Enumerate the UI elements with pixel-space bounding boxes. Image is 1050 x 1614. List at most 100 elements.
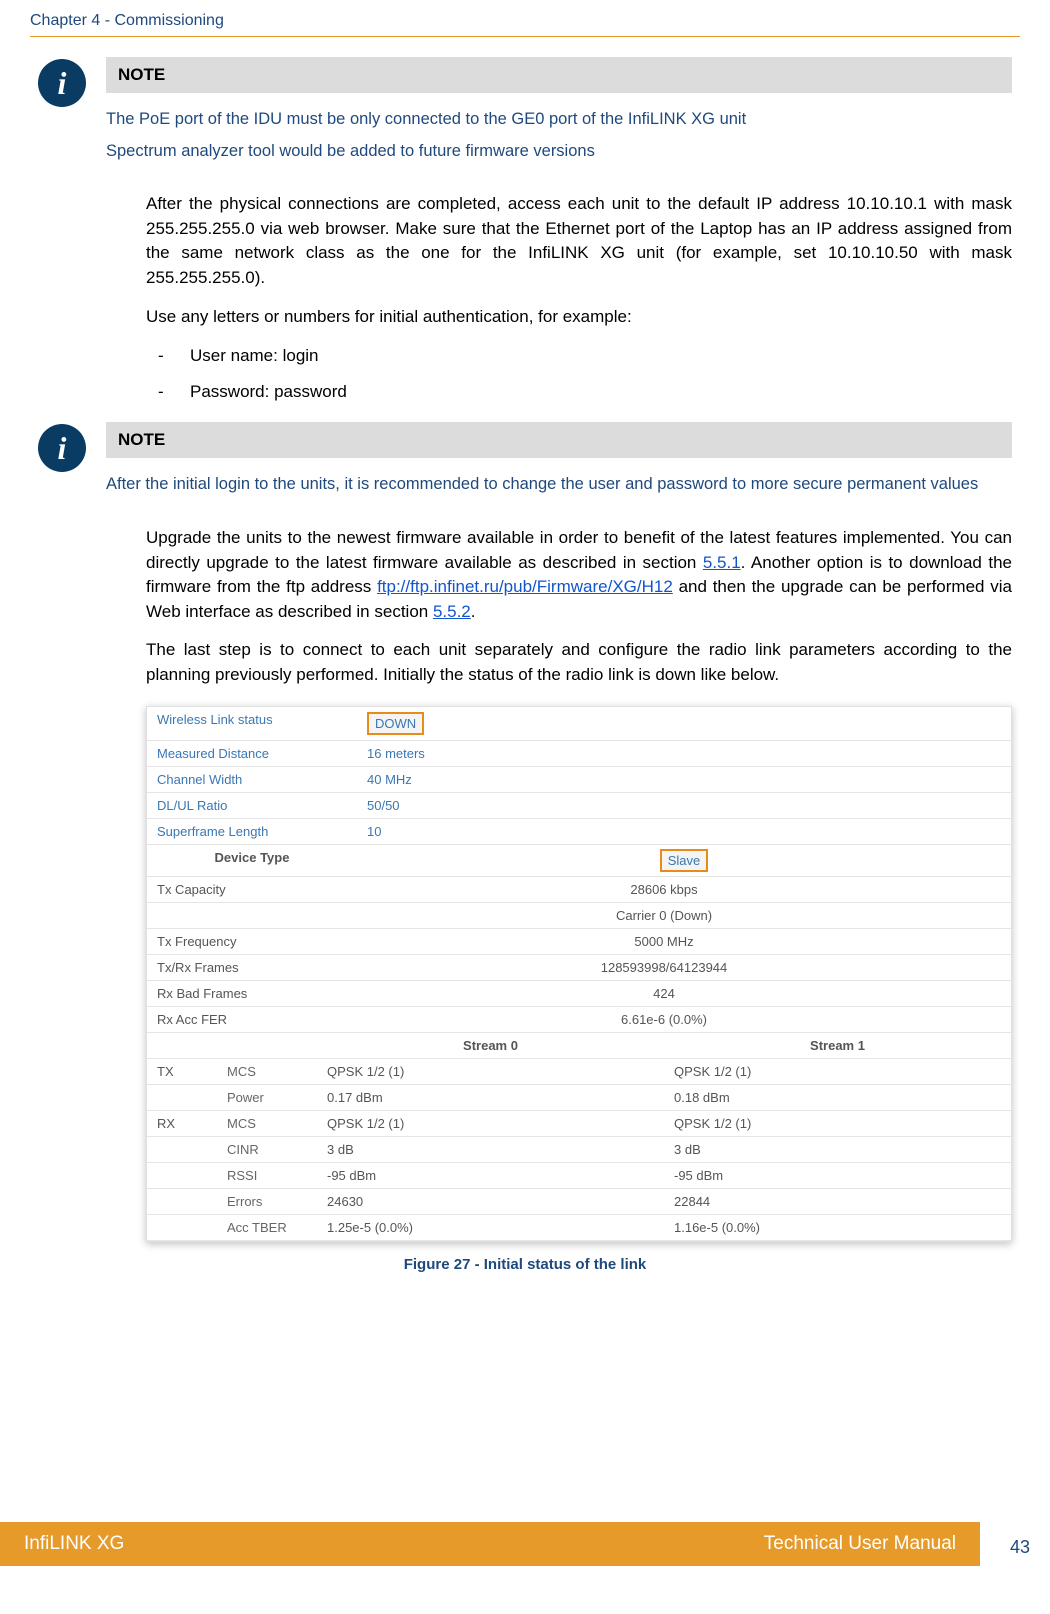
ftp-link[interactable]: ftp://ftp.infinet.ru/pub/Firmware/XG/H12 (377, 577, 673, 596)
row-label: Measured Distance (147, 741, 357, 766)
paragraph: The last step is to connect to each unit… (146, 638, 1012, 687)
slave-highlight: Slave (660, 849, 709, 872)
note-block-2: i NOTE After the initial login to the un… (38, 422, 1012, 504)
row-label: Superframe Length (147, 819, 357, 844)
note-body: NOTE After the initial login to the unit… (106, 422, 1012, 504)
table-row: Power0.17 dBm0.18 dBm (147, 1085, 1011, 1111)
footer-bar: InfiLINK XG Technical User Manual (0, 1522, 980, 1566)
row-label: Wireless Link status (147, 707, 357, 740)
stream1-value: 1.16e-5 (0.0%) (664, 1215, 1011, 1240)
metric-label: CINR (217, 1137, 317, 1162)
row-value: 16 meters (357, 741, 1011, 766)
table-row: RXMCSQPSK 1/2 (1)QPSK 1/2 (1) (147, 1111, 1011, 1137)
device-type-row: Device Type Slave (147, 845, 1011, 877)
group-cell: RX (147, 1111, 217, 1136)
row-value: DOWN (357, 707, 1011, 740)
metric-label: MCS (217, 1111, 317, 1136)
stream0-value: 1.25e-5 (0.0%) (317, 1215, 664, 1240)
stream0-value: 3 dB (317, 1137, 664, 1162)
note-text: Spectrum analyzer tool would be added to… (106, 139, 1012, 165)
table-row: Superframe Length10 (147, 819, 1011, 845)
note-title: NOTE (106, 422, 1012, 458)
group-cell (147, 1085, 217, 1110)
metric-label: Power (217, 1085, 317, 1110)
row-value: 50/50 (357, 793, 1011, 818)
stream0-value: 0.17 dBm (317, 1085, 664, 1110)
stream0-value: QPSK 1/2 (1) (317, 1111, 664, 1136)
stream1-value: QPSK 1/2 (1) (664, 1059, 1011, 1084)
table-row: Carrier 0 (Down) (147, 903, 1011, 929)
link-status-table: Wireless Link status DOWN Measured Distanc… (146, 706, 1012, 1242)
stream1-value: QPSK 1/2 (1) (664, 1111, 1011, 1136)
status-highlight: DOWN (367, 712, 424, 735)
stream1-value: 22844 (664, 1189, 1011, 1214)
table-row: Tx Capacity28606 kbps (147, 877, 1011, 903)
stream0-value: QPSK 1/2 (1) (317, 1059, 664, 1084)
row-label: Rx Acc FER (147, 1007, 317, 1032)
table-row: DL/UL Ratio50/50 (147, 793, 1011, 819)
group-cell: TX (147, 1059, 217, 1084)
group-cell (147, 1189, 217, 1214)
table-row: Tx Frequency5000 MHz (147, 929, 1011, 955)
row-label: Channel Width (147, 767, 357, 792)
table-row: Errors2463022844 (147, 1189, 1011, 1215)
stream0-value: 24630 (317, 1189, 664, 1214)
row-value: 28606 kbps (317, 877, 1011, 902)
row-label (147, 903, 317, 928)
paragraph: Use any letters or numbers for initial a… (146, 305, 1012, 330)
row-value: 40 MHz (357, 767, 1011, 792)
metric-label: Acc TBER (217, 1215, 317, 1240)
row-value: 5000 MHz (317, 929, 1011, 954)
stream1-value: 3 dB (664, 1137, 1011, 1162)
section-link[interactable]: 5.5.1 (703, 553, 741, 572)
figure-caption: Figure 27 - Initial status of the link (38, 1256, 1012, 1273)
content: i NOTE The PoE port of the IDU must be o… (0, 37, 1050, 1383)
stream-header: Stream 0 Stream 1 (147, 1033, 1011, 1059)
body-section: Upgrade the units to the newest firmware… (146, 526, 1012, 688)
table-row: RSSI-95 dBm-95 dBm (147, 1163, 1011, 1189)
table-row: Measured Distance16 meters (147, 741, 1011, 767)
group-cell (147, 1163, 217, 1188)
stream0-value: -95 dBm (317, 1163, 664, 1188)
row-label: Tx Frequency (147, 929, 317, 954)
stream1-value: 0.18 dBm (664, 1085, 1011, 1110)
table-row: TXMCSQPSK 1/2 (1)QPSK 1/2 (1) (147, 1059, 1011, 1085)
footer-left: InfiLINK XG (24, 1533, 124, 1555)
list-text: User name: login (190, 346, 319, 365)
note-block-1: i NOTE The PoE port of the IDU must be o… (38, 57, 1012, 170)
list-item: -Password: password (146, 379, 1012, 405)
page-header: Chapter 4 - Commissioning (0, 0, 1050, 36)
table-row: CINR3 dB3 dB (147, 1137, 1011, 1163)
footer-right: Technical User Manual (764, 1533, 956, 1555)
body-section: After the physical connections are compl… (146, 192, 1012, 404)
note-title: NOTE (106, 57, 1012, 93)
row-value: 424 (317, 981, 1011, 1006)
table-row: Wireless Link status DOWN (147, 707, 1011, 741)
note-text: The PoE port of the IDU must be only con… (106, 107, 1012, 133)
section-link[interactable]: 5.5.2 (433, 602, 471, 621)
metric-label: Errors (217, 1189, 317, 1214)
list-item: -User name: login (146, 343, 1012, 369)
info-icon: i (38, 424, 86, 472)
row-value: 128593998/64123944 (317, 955, 1011, 980)
row-value: Carrier 0 (Down) (317, 903, 1011, 928)
row-label: Tx Capacity (147, 877, 317, 902)
table-row: Acc TBER1.25e-5 (0.0%)1.16e-5 (0.0%) (147, 1215, 1011, 1241)
paragraph: Upgrade the units to the newest firmware… (146, 526, 1012, 625)
stream1-header: Stream 1 (664, 1033, 1011, 1058)
row-value: 6.61e-6 (0.0%) (317, 1007, 1011, 1032)
device-type-value: Slave (357, 845, 1011, 876)
paragraph: After the physical connections are compl… (146, 192, 1012, 291)
stream1-value: -95 dBm (664, 1163, 1011, 1188)
list-text: Password: password (190, 382, 347, 401)
row-label: Rx Bad Frames (147, 981, 317, 1006)
metric-label: RSSI (217, 1163, 317, 1188)
table-row: Channel Width40 MHz (147, 767, 1011, 793)
group-cell (147, 1137, 217, 1162)
note-body: NOTE The PoE port of the IDU must be onl… (106, 57, 1012, 170)
table-row: Rx Bad Frames424 (147, 981, 1011, 1007)
stream0-header: Stream 0 (317, 1033, 664, 1058)
row-value: 10 (357, 819, 1011, 844)
text: . (471, 602, 476, 621)
group-cell (147, 1215, 217, 1240)
